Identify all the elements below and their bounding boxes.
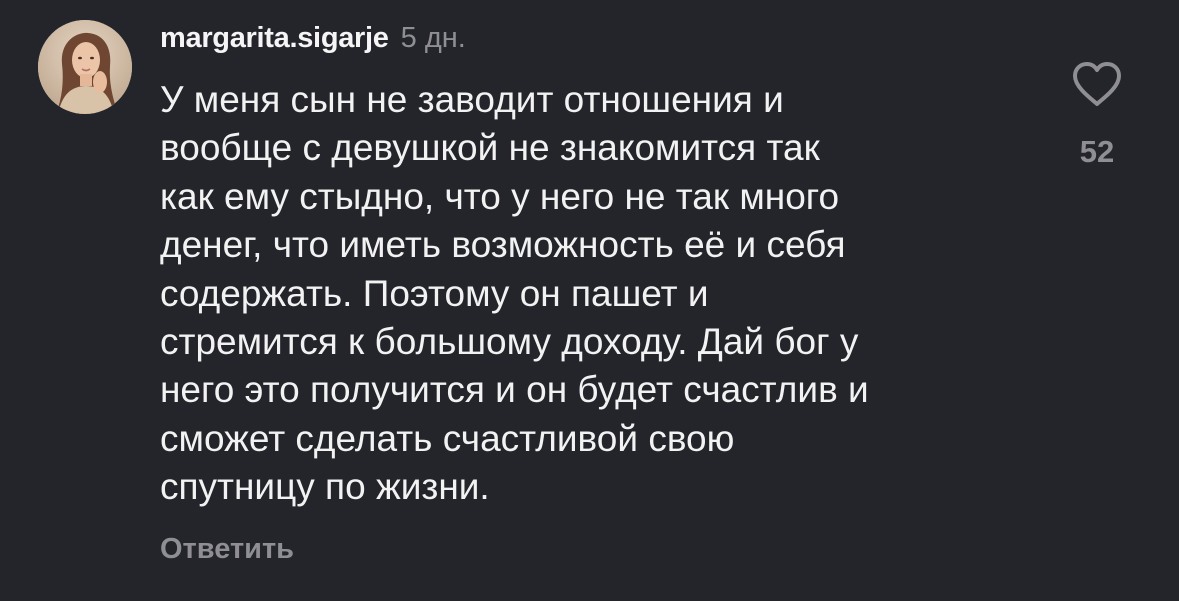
like-count: 52 — [1079, 134, 1115, 169]
comment-text-line: денег, что иметь возможность её и себя — [160, 224, 846, 266]
username[interactable]: margarita.sigarje — [160, 22, 389, 55]
heart-icon[interactable] — [1071, 60, 1123, 108]
comment-text-line: стремится к большому доходу. Дай бог у — [160, 321, 859, 363]
avatar[interactable] — [38, 20, 132, 114]
comment-text-line: как ему стыдно, что у него не так много — [160, 175, 840, 217]
comment-text: У меня сын не заводит отношения и вообще… — [160, 76, 1040, 512]
comment-text-line: содержать. Поэтому он пашет и — [160, 272, 709, 314]
comment-text-line: вообще с девушкой не знакомится так — [160, 127, 820, 169]
comment-text-line: него это получится и он будет счастлив и — [160, 369, 869, 411]
comment-text-line: спутницу по жизни. — [160, 466, 490, 508]
comment-header: margarita.sigarje 5 дн. — [160, 22, 466, 62]
comment: margarita.sigarje 5 дн. У меня сын не за… — [0, 0, 1179, 601]
like-section: 52 — [1060, 60, 1134, 170]
comment-text-line: У меня сын не заводит отношения и — [160, 79, 784, 120]
avatar-image — [38, 20, 132, 114]
comment-text-line: сможет сделать счастливой свою — [160, 417, 735, 459]
timestamp: 5 дн. — [400, 22, 466, 54]
reply-button[interactable]: Ответить — [160, 533, 294, 566]
